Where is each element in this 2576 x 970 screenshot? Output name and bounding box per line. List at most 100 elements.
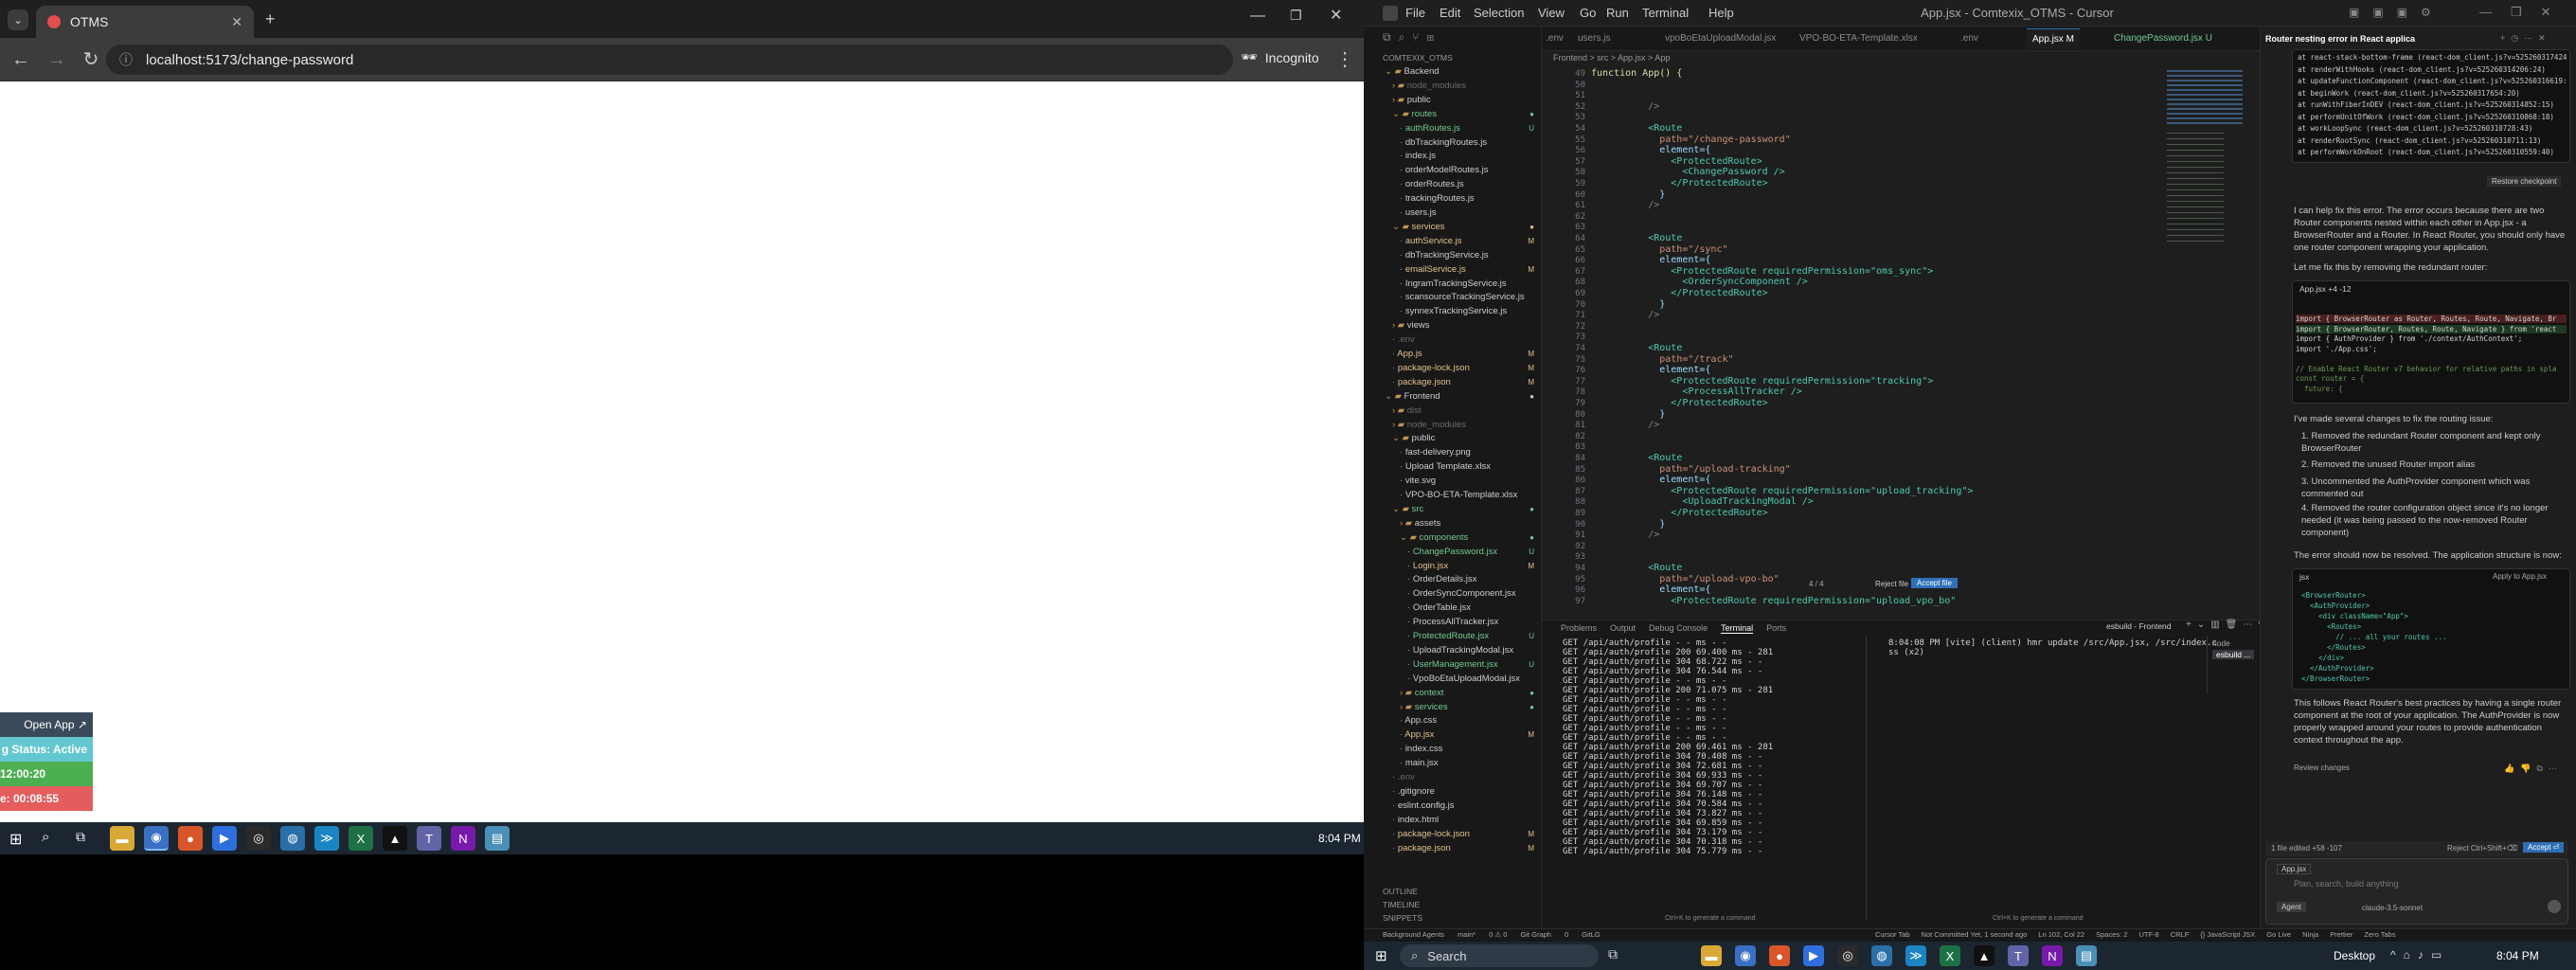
chat-input-placeholder[interactable]: Plan, search, build anything bbox=[2294, 879, 2399, 889]
status-right-item[interactable]: Zero Tabs bbox=[2364, 930, 2395, 939]
zoom-icon-r[interactable]: ▶ bbox=[1803, 945, 1824, 966]
task-view-icon-right[interactable]: ⧉ bbox=[1608, 946, 1618, 962]
teams-icon-r[interactable]: T bbox=[2008, 945, 2029, 966]
tree-file[interactable]: · IngramTrackingService.js bbox=[1377, 277, 1542, 291]
tray-icons[interactable]: ^⌂♪▭ bbox=[2390, 948, 2449, 961]
open-app-button[interactable]: Open App ↗ bbox=[0, 712, 93, 737]
menu-go[interactable]: Go bbox=[1580, 0, 1596, 27]
tree-file[interactable]: · App.jsx M bbox=[1377, 728, 1542, 742]
browser-icon[interactable]: ◍ bbox=[280, 826, 305, 851]
file-explorer-icon-r[interactable]: ▬ bbox=[1701, 945, 1722, 966]
tree-file[interactable]: · ChangePassword.jsx U bbox=[1377, 545, 1542, 559]
tab-otms[interactable]: OTMS ✕ bbox=[36, 6, 254, 38]
back-arrow-icon[interactable]: ← bbox=[6, 38, 36, 81]
tree-folder[interactable]: › ▰ node_modules bbox=[1377, 418, 1542, 432]
onenote-icon[interactable]: N bbox=[451, 826, 475, 851]
tree-folder[interactable]: ⌄ ▰ Frontend ● bbox=[1377, 389, 1542, 404]
tree-file[interactable]: · .env bbox=[1377, 332, 1542, 347]
files-edited[interactable]: 1 file edited +58 -107 bbox=[2271, 844, 2342, 853]
status-right-item[interactable]: Ninja bbox=[2302, 930, 2318, 939]
tree-file[interactable]: · orderModelRoutes.js bbox=[1377, 163, 1542, 177]
tree-file[interactable]: · .gitignore bbox=[1377, 784, 1542, 799]
tree-file[interactable]: · VpoBoEtaUploadModal.jsx bbox=[1377, 672, 1542, 686]
tree-file[interactable]: · App.js M bbox=[1377, 347, 1542, 361]
tree-file[interactable]: · Upload Template.xlsx bbox=[1377, 459, 1542, 474]
firefox-icon[interactable]: ● bbox=[178, 826, 203, 851]
tree-file[interactable]: · trackingRoutes.js bbox=[1377, 191, 1542, 206]
send-icon[interactable] bbox=[2548, 900, 2561, 913]
status-right-item[interactable]: {} JavaScript JSX bbox=[2200, 930, 2255, 939]
tree-file[interactable]: · OrderDetails.jsx bbox=[1377, 572, 1542, 586]
mode-selector[interactable]: Agent bbox=[2277, 902, 2306, 912]
cursor-icon-r[interactable]: ▲ bbox=[1974, 945, 1995, 966]
reject-all-button[interactable]: Reject Ctrl+Shift+⌫ bbox=[2447, 844, 2517, 853]
panel-tab-debug-console[interactable]: Debug Console bbox=[1649, 623, 1708, 633]
tree-file[interactable]: · App.css bbox=[1377, 713, 1542, 728]
windows-start-icon[interactable]: ⊞ bbox=[9, 830, 22, 849]
model-selector[interactable]: claude-3.5-sonnet bbox=[2362, 904, 2423, 912]
tab-close-icon[interactable]: ✕ bbox=[231, 14, 242, 30]
tree-folder[interactable]: › ▰ context ● bbox=[1377, 686, 1542, 700]
tree-file[interactable]: · package.json M bbox=[1377, 375, 1542, 389]
vscode-icon[interactable]: ≫ bbox=[314, 826, 339, 851]
restore-icon[interactable]: ❐ bbox=[1290, 8, 1302, 24]
reject-file-button[interactable]: Reject file bbox=[1875, 580, 1908, 588]
firefox-icon-r[interactable]: ● bbox=[1769, 945, 1790, 966]
timeline-section[interactable]: TIMELINE bbox=[1383, 900, 1420, 909]
tree-folder[interactable]: › ▰ views bbox=[1377, 318, 1542, 332]
diff-counter[interactable]: 4 / 4 bbox=[1809, 580, 1824, 588]
menu-file[interactable]: File bbox=[1405, 0, 1425, 27]
apply-button[interactable]: Apply to App.jsx bbox=[2493, 572, 2547, 581]
status-left-item[interactable]: 0 bbox=[1565, 930, 1568, 939]
tree-file[interactable]: · index.html bbox=[1377, 813, 1542, 827]
desktop-label[interactable]: Desktop bbox=[2334, 949, 2375, 962]
status-right-item[interactable]: Cursor Tab bbox=[1875, 930, 1910, 939]
status-right-item[interactable]: Go Live bbox=[2266, 930, 2291, 939]
tree-file[interactable]: · Login.jsx M bbox=[1377, 559, 1542, 573]
tree-file[interactable]: · main.jsx bbox=[1377, 756, 1542, 770]
tree-file[interactable]: · .env bbox=[1377, 770, 1542, 784]
status-right-item[interactable]: CRLF bbox=[2171, 930, 2190, 939]
feedback-icons[interactable]: 👍👎⧉⋯ bbox=[2504, 763, 2563, 774]
status-left-item[interactable]: GitLG bbox=[1582, 930, 1601, 939]
status-left-item[interactable]: Git Graph bbox=[1520, 930, 1551, 939]
chrome-icon[interactable]: ◉ bbox=[144, 826, 169, 851]
editor-tab[interactable]: .env bbox=[1546, 28, 1564, 49]
context-chip[interactable]: App.jsx bbox=[2277, 864, 2312, 874]
menu-help[interactable]: Help bbox=[1708, 0, 1734, 27]
menu-edit[interactable]: Edit bbox=[1440, 0, 1460, 27]
tree-folder[interactable]: ⌄ ▰ src ● bbox=[1377, 502, 1542, 516]
panel-tab-problems[interactable]: Problems bbox=[1561, 623, 1597, 633]
tab-search-chevron-icon[interactable]: ⌄ bbox=[8, 9, 28, 30]
tree-file[interactable]: · authService.js M bbox=[1377, 234, 1542, 248]
sidebar-view-icons[interactable]: ⧉⌕⑂⊞ bbox=[1383, 30, 1441, 45]
editor-tab[interactable]: ChangePassword.jsx U bbox=[2114, 28, 2212, 49]
tree-file[interactable]: · dbTrackingRoutes.js bbox=[1377, 135, 1542, 150]
status-right-item[interactable]: Prettier bbox=[2330, 930, 2352, 939]
snippets-section[interactable]: SNIPPETS bbox=[1383, 913, 1422, 923]
file-explorer-icon[interactable]: ▬ bbox=[110, 826, 134, 851]
tree-file[interactable]: · scansourceTrackingService.js bbox=[1377, 290, 1542, 304]
tree-folder[interactable]: › ▰ dist bbox=[1377, 404, 1542, 418]
tree-folder[interactable]: › ▰ services ● bbox=[1377, 700, 1542, 714]
tree-folder[interactable]: › ▰ public bbox=[1377, 93, 1542, 107]
tree-file[interactable]: · fast-delivery.png bbox=[1377, 445, 1542, 459]
status-left-item[interactable]: Background Agents bbox=[1383, 930, 1444, 939]
forward-arrow-icon[interactable]: → bbox=[42, 38, 72, 81]
accept-all-button[interactable]: Accept ⏎ bbox=[2523, 842, 2565, 853]
outline-section[interactable]: OUTLINE bbox=[1383, 887, 1418, 896]
task-view-icon[interactable]: ⧉ bbox=[76, 829, 85, 845]
menu-terminal[interactable]: Terminal bbox=[1642, 0, 1689, 27]
tree-file[interactable]: · package-lock.json M bbox=[1377, 827, 1542, 841]
onenote-icon-r[interactable]: N bbox=[2042, 945, 2063, 966]
tree-folder[interactable]: › ▰ assets bbox=[1377, 516, 1542, 530]
chat-header-actions[interactable]: +◷⋯✕ bbox=[2500, 33, 2551, 44]
notepad-icon[interactable]: ▤ bbox=[485, 826, 510, 851]
tree-file[interactable]: · synnexTrackingService.js bbox=[1377, 304, 1542, 318]
obs-icon-r[interactable]: ◎ bbox=[1837, 945, 1858, 966]
tree-file[interactable]: · orderRoutes.js bbox=[1377, 177, 1542, 191]
teams-icon[interactable]: T bbox=[417, 826, 441, 851]
tree-folder[interactable]: ⌄ ▰ services ● bbox=[1377, 220, 1542, 234]
tree-file[interactable]: · package.json M bbox=[1377, 841, 1542, 855]
panel-tab-ports[interactable]: Ports bbox=[1766, 623, 1786, 633]
